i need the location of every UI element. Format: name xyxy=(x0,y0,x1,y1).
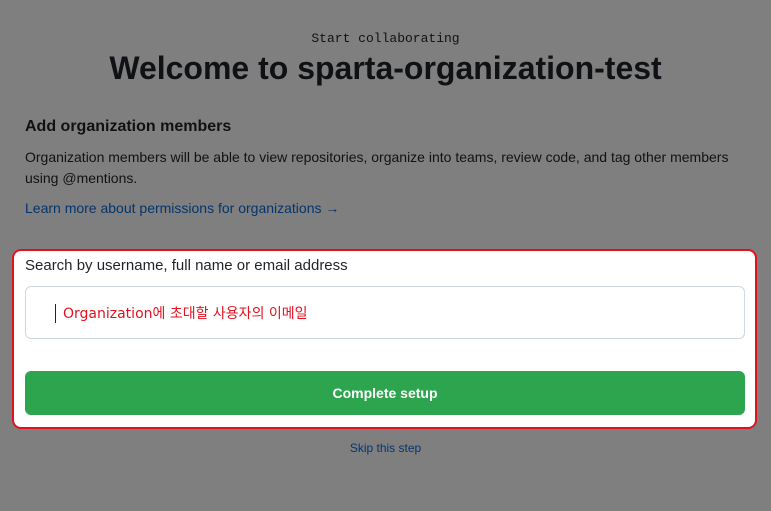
text-caret xyxy=(55,304,56,323)
invite-panel: Search by username, full name or email a… xyxy=(12,249,757,429)
annotation-text: Organization에 초대할 사용자의 이메일 xyxy=(63,306,308,322)
search-input[interactable]: Organization에 초대할 사용자의 이메일 xyxy=(25,286,745,339)
search-label: Search by username, full name or email a… xyxy=(25,257,348,274)
complete-setup-button[interactable]: Complete setup xyxy=(25,371,745,415)
